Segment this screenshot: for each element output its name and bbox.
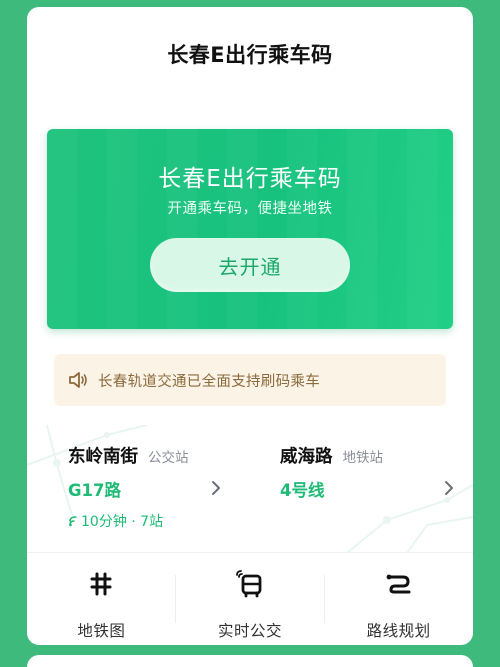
route-name: 4号线 xyxy=(280,481,325,500)
page-title: 长春E出行乘车码 xyxy=(167,43,333,67)
chevron-right-icon xyxy=(212,481,220,495)
nav-label: 路线规划 xyxy=(366,622,431,640)
quick-nav: 地铁图 实时公交 路线规划 xyxy=(27,553,473,645)
eta-text: 10分钟 · 7站 xyxy=(81,514,164,530)
route-name: G17路 xyxy=(68,481,122,500)
route-planning-icon xyxy=(386,574,411,594)
nearby-bus-stop[interactable]: 东岭南街 公交站 G17路 10分钟 · 7站 xyxy=(68,425,268,553)
nav-label: 地铁图 xyxy=(77,622,126,640)
nearby-metro-station[interactable]: 威海路 地铁站 4号线 xyxy=(280,425,460,553)
banner-title: 长春E出行乘车码 xyxy=(158,166,342,192)
notice-text: 长春轨道交通已全面支持刷码乘车 xyxy=(98,373,320,390)
notice-bar[interactable]: 长春轨道交通已全面支持刷码乘车 xyxy=(54,354,446,406)
nav-metro-map[interactable]: 地铁图 xyxy=(27,553,176,645)
signal-icon xyxy=(69,516,77,527)
route-link[interactable]: 4号线 xyxy=(280,477,324,501)
main-card: 长春E出行乘车码 长春E出行乘车码 开通乘车码，便捷坐地铁 去开通 长春轨道交通… xyxy=(27,7,473,645)
banner-subtitle: 开通乘车码，便捷坐地铁 xyxy=(167,201,333,217)
nav-label: 实时公交 xyxy=(218,622,283,640)
ride-code-banner: 长春E出行乘车码 开通乘车码，便捷坐地铁 去开通 xyxy=(47,129,453,329)
next-card-peek xyxy=(27,655,473,667)
activate-button[interactable]: 去开通 xyxy=(150,238,350,292)
station-name: 东岭南街 xyxy=(68,447,138,467)
station-type: 公交站 xyxy=(148,450,189,466)
bus-eta: 10分钟 · 7站 xyxy=(68,511,163,531)
nav-realtime-bus[interactable]: 实时公交 xyxy=(176,553,325,645)
realtime-bus-icon xyxy=(236,570,262,598)
nearby-lines: 东岭南街 公交站 G17路 10分钟 · 7站 威海路 地铁站 4号线 xyxy=(27,425,473,553)
metro-map-icon xyxy=(90,572,112,596)
chevron-right-icon xyxy=(445,481,453,495)
station-name: 威海路 xyxy=(280,447,333,467)
speaker-icon xyxy=(69,372,87,388)
nav-route-planning[interactable]: 路线规划 xyxy=(324,553,473,645)
station-type: 地铁站 xyxy=(342,450,384,466)
route-link[interactable]: G17路 xyxy=(68,477,121,501)
